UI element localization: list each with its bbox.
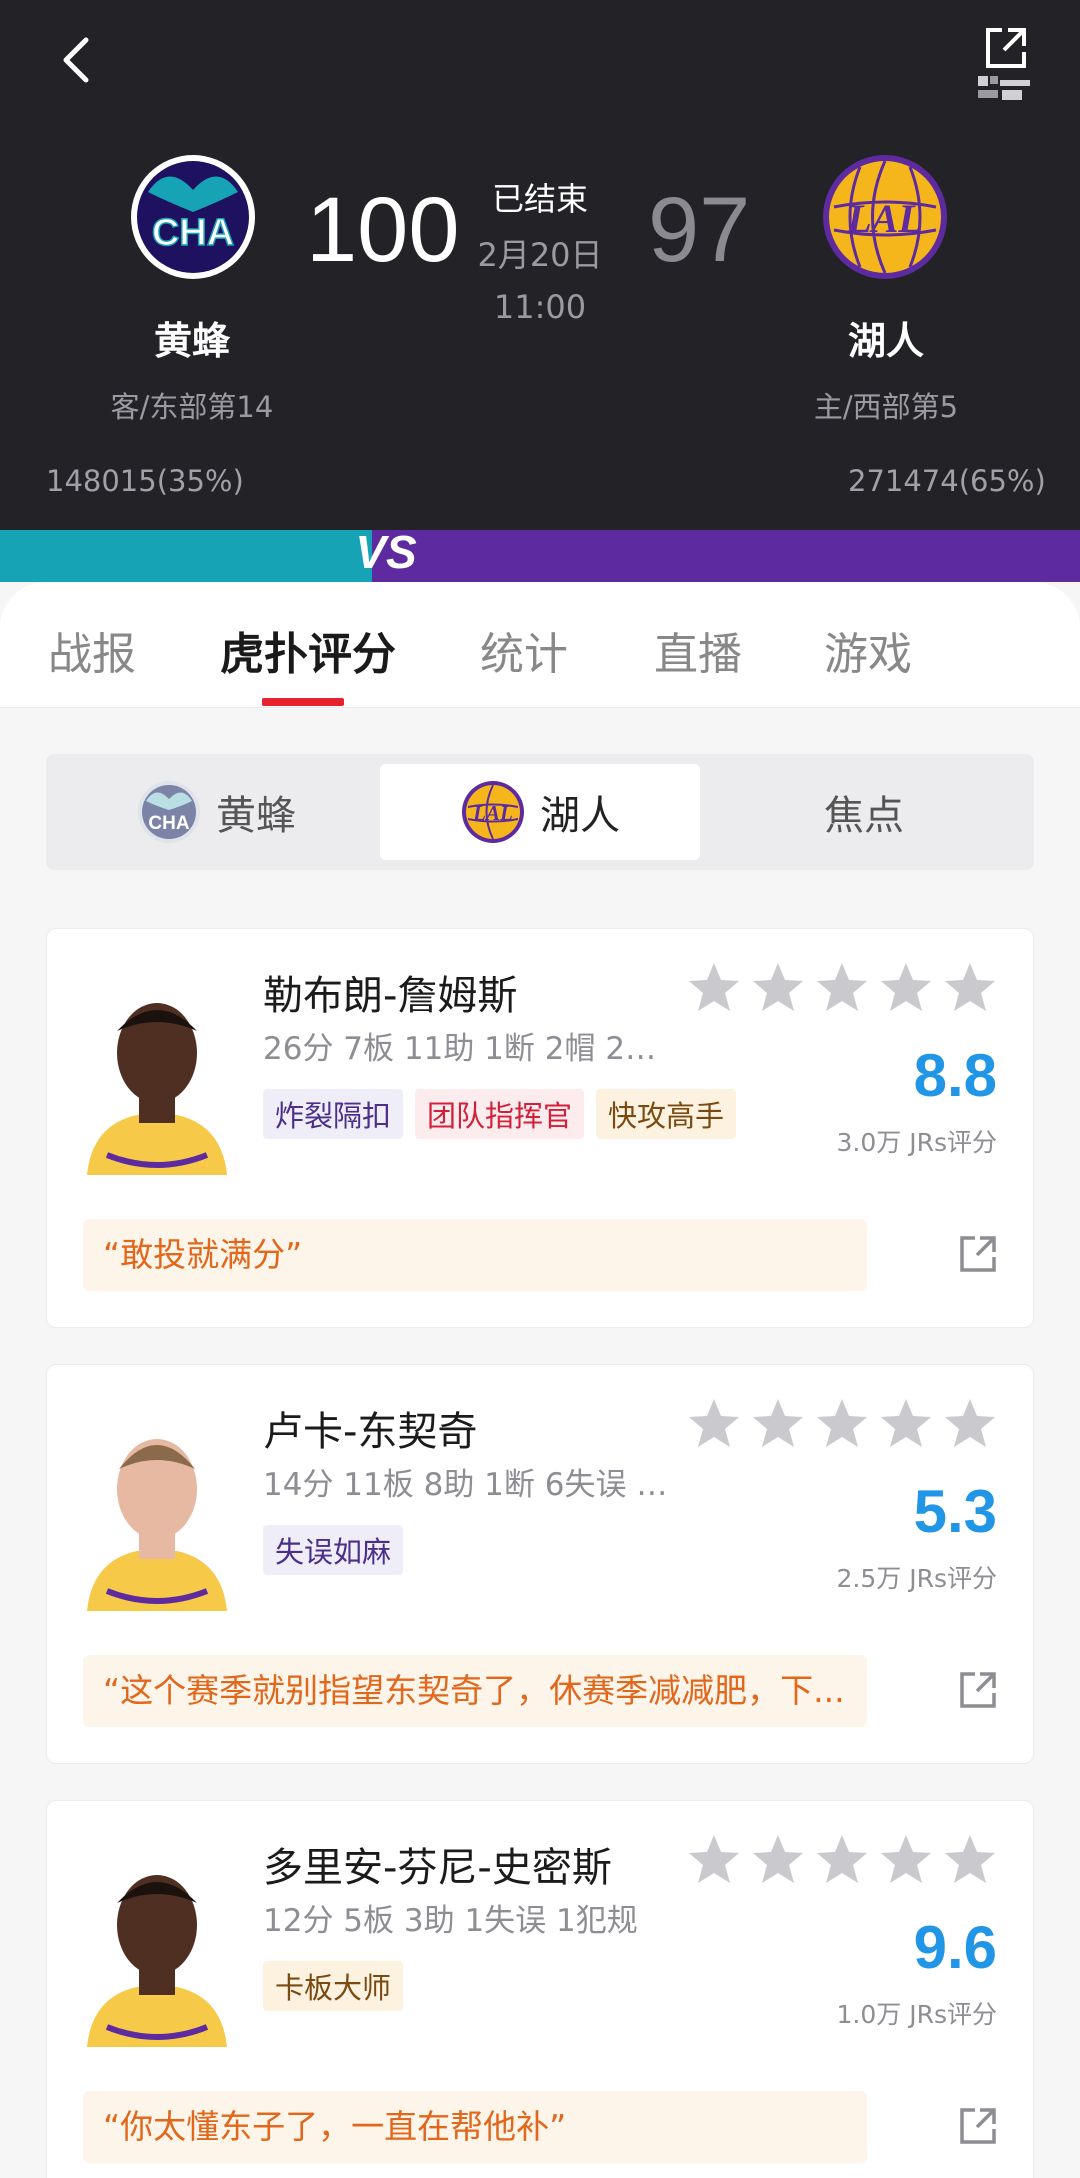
player-card[interactable]: 多里安-芬尼-史密斯 12分 5板 3助 1失误 1犯规卡板大师 9.6 1.0万 J… (46, 1800, 1034, 2178)
home-support-bar (372, 530, 1080, 582)
player-stats: 14分 11板 8助 1断 6失误 5... (263, 1467, 683, 1503)
vs-text: VS (355, 526, 417, 578)
rating-stars[interactable] (685, 959, 999, 1017)
lakers-logo: LAL (823, 155, 947, 279)
player-avatar (87, 1439, 227, 1611)
player-name: 勒布朗-詹姆斯 (263, 973, 518, 1019)
player-tag[interactable]: 卡板大师 (263, 1961, 404, 2011)
player-tag[interactable]: 失误如麻 (263, 1525, 404, 1575)
support-ratio-bar (0, 530, 1080, 582)
tab-games[interactable]: 游戏 (824, 618, 912, 682)
away-votes: 148015(35%) (46, 464, 244, 498)
top-comment[interactable]: “你太懂东子了，一直在帮他补” (83, 2091, 867, 2163)
tab-hupu-rating[interactable]: 虎扑评分 (220, 618, 396, 682)
star-icon[interactable] (749, 1395, 807, 1453)
star-icon[interactable] (685, 959, 743, 1017)
tab-stats[interactable]: 统计 (480, 618, 568, 682)
vs-badge: VS (355, 526, 417, 578)
app-logo-icon (978, 76, 1030, 100)
segment-focus-label: 焦点 (824, 793, 904, 839)
hornets-segment-logo-text: CHA (148, 813, 189, 834)
player-tags: 失误如麻 (263, 1525, 404, 1575)
hornets-logo-icon: CHA (138, 781, 200, 843)
player-tag[interactable]: 快攻高手 (596, 1089, 737, 1139)
away-support-bar (0, 530, 372, 582)
share-icon[interactable] (957, 1233, 999, 1275)
active-tab-indicator (262, 698, 344, 706)
star-icon[interactable] (813, 1831, 871, 1889)
segment-lakers[interactable]: LAL 湖人 (380, 764, 700, 860)
player-card[interactable]: 勒布朗-詹姆斯 26分 7板 11助 1断 2帽 2失误炸裂隔扣 团队指挥官 快攻高手… (46, 928, 1034, 1328)
star-icon[interactable] (685, 1831, 743, 1889)
segment-hornets[interactable]: CHA 黄蜂 (56, 764, 376, 860)
segment-focus[interactable]: 焦点 (704, 764, 1024, 860)
star-icon[interactable] (877, 1395, 935, 1453)
player-tags: 卡板大师 (263, 1961, 404, 2011)
player-avatar (87, 1003, 227, 1175)
star-icon[interactable] (877, 1831, 935, 1889)
star-icon[interactable] (877, 959, 935, 1017)
away-score: 100 (306, 179, 460, 281)
hornets-logo: CHA (131, 155, 255, 279)
player-name: 多里安-芬尼-史密斯 (263, 1845, 612, 1891)
home-votes: 271474(65%) (848, 464, 1046, 498)
top-comment[interactable]: “敢投就满分” (83, 1219, 867, 1291)
star-icon[interactable] (941, 1831, 999, 1889)
player-stats: 12分 5板 3助 1失误 1犯规 (263, 1903, 638, 1939)
tab-bar: 战报 虎扑评分 统计 直播 游戏 (0, 582, 1080, 708)
player-tag[interactable]: 炸裂隔扣 (263, 1089, 404, 1139)
star-icon[interactable] (941, 1395, 999, 1453)
player-avatar (87, 1875, 227, 2047)
star-icon[interactable] (749, 959, 807, 1017)
rating-count: 2.5万 JRs评分 (836, 1564, 997, 1593)
home-score: 97 (648, 179, 751, 281)
player-rating: 9.6 (913, 1914, 997, 1981)
player-stats: 26分 7板 11助 1断 2帽 2失误 (263, 1031, 683, 1067)
star-icon[interactable] (749, 1831, 807, 1889)
lakers-logo-icon: LAL (462, 781, 524, 843)
player-card[interactable]: 卢卡-东契奇 14分 11板 8助 1断 6失误 5... 失误如麻 5.3 2.5万 … (46, 1364, 1034, 1764)
rating-stars[interactable] (685, 1395, 999, 1453)
home-team-rank: 主/西部第5 (813, 390, 959, 424)
home-team-name[interactable]: 湖人 (766, 310, 1006, 365)
game-date: 2月20日 (477, 236, 603, 274)
star-icon[interactable] (685, 1395, 743, 1453)
back-arrow-icon[interactable] (48, 30, 108, 90)
player-name: 卢卡-东契奇 (263, 1409, 478, 1455)
lakers-logo-text: LAL (846, 196, 923, 241)
player-rating: 8.8 (913, 1042, 997, 1109)
tab-report[interactable]: 战报 (48, 618, 136, 682)
player-tags: 炸裂隔扣 团队指挥官 快攻高手 (263, 1089, 737, 1139)
star-icon[interactable] (813, 959, 871, 1017)
star-icon[interactable] (941, 959, 999, 1017)
star-icon[interactable] (813, 1395, 871, 1453)
game-status: 已结束 (491, 180, 588, 218)
away-team-rank: 客/东部第14 (110, 390, 274, 424)
segment-hornets-label: 黄蜂 (216, 793, 296, 839)
rating-count: 3.0万 JRs评分 (836, 1128, 997, 1157)
hornets-logo-text: CHA (152, 212, 234, 254)
rating-count: 1.0万 JRs评分 (836, 2000, 997, 2029)
team-segment-control: CHA 黄蜂 LAL 湖人 焦点 (46, 754, 1034, 870)
share-icon[interactable] (980, 22, 1032, 74)
rating-stars[interactable] (685, 1831, 999, 1889)
player-rating: 5.3 (913, 1478, 997, 1545)
tab-live[interactable]: 直播 (654, 618, 742, 682)
share-icon[interactable] (957, 1669, 999, 1711)
lakers-segment-logo-text: LAL (472, 801, 513, 825)
game-time: 11:00 (493, 288, 587, 326)
away-team-name[interactable]: 黄蜂 (72, 310, 312, 365)
top-comment[interactable]: “这个赛季就别指望东契奇了，休赛季减减肥，下... (83, 1655, 867, 1727)
player-tag[interactable]: 团队指挥官 (415, 1089, 585, 1139)
share-icon[interactable] (957, 2105, 999, 2147)
segment-lakers-label: 湖人 (540, 793, 620, 839)
